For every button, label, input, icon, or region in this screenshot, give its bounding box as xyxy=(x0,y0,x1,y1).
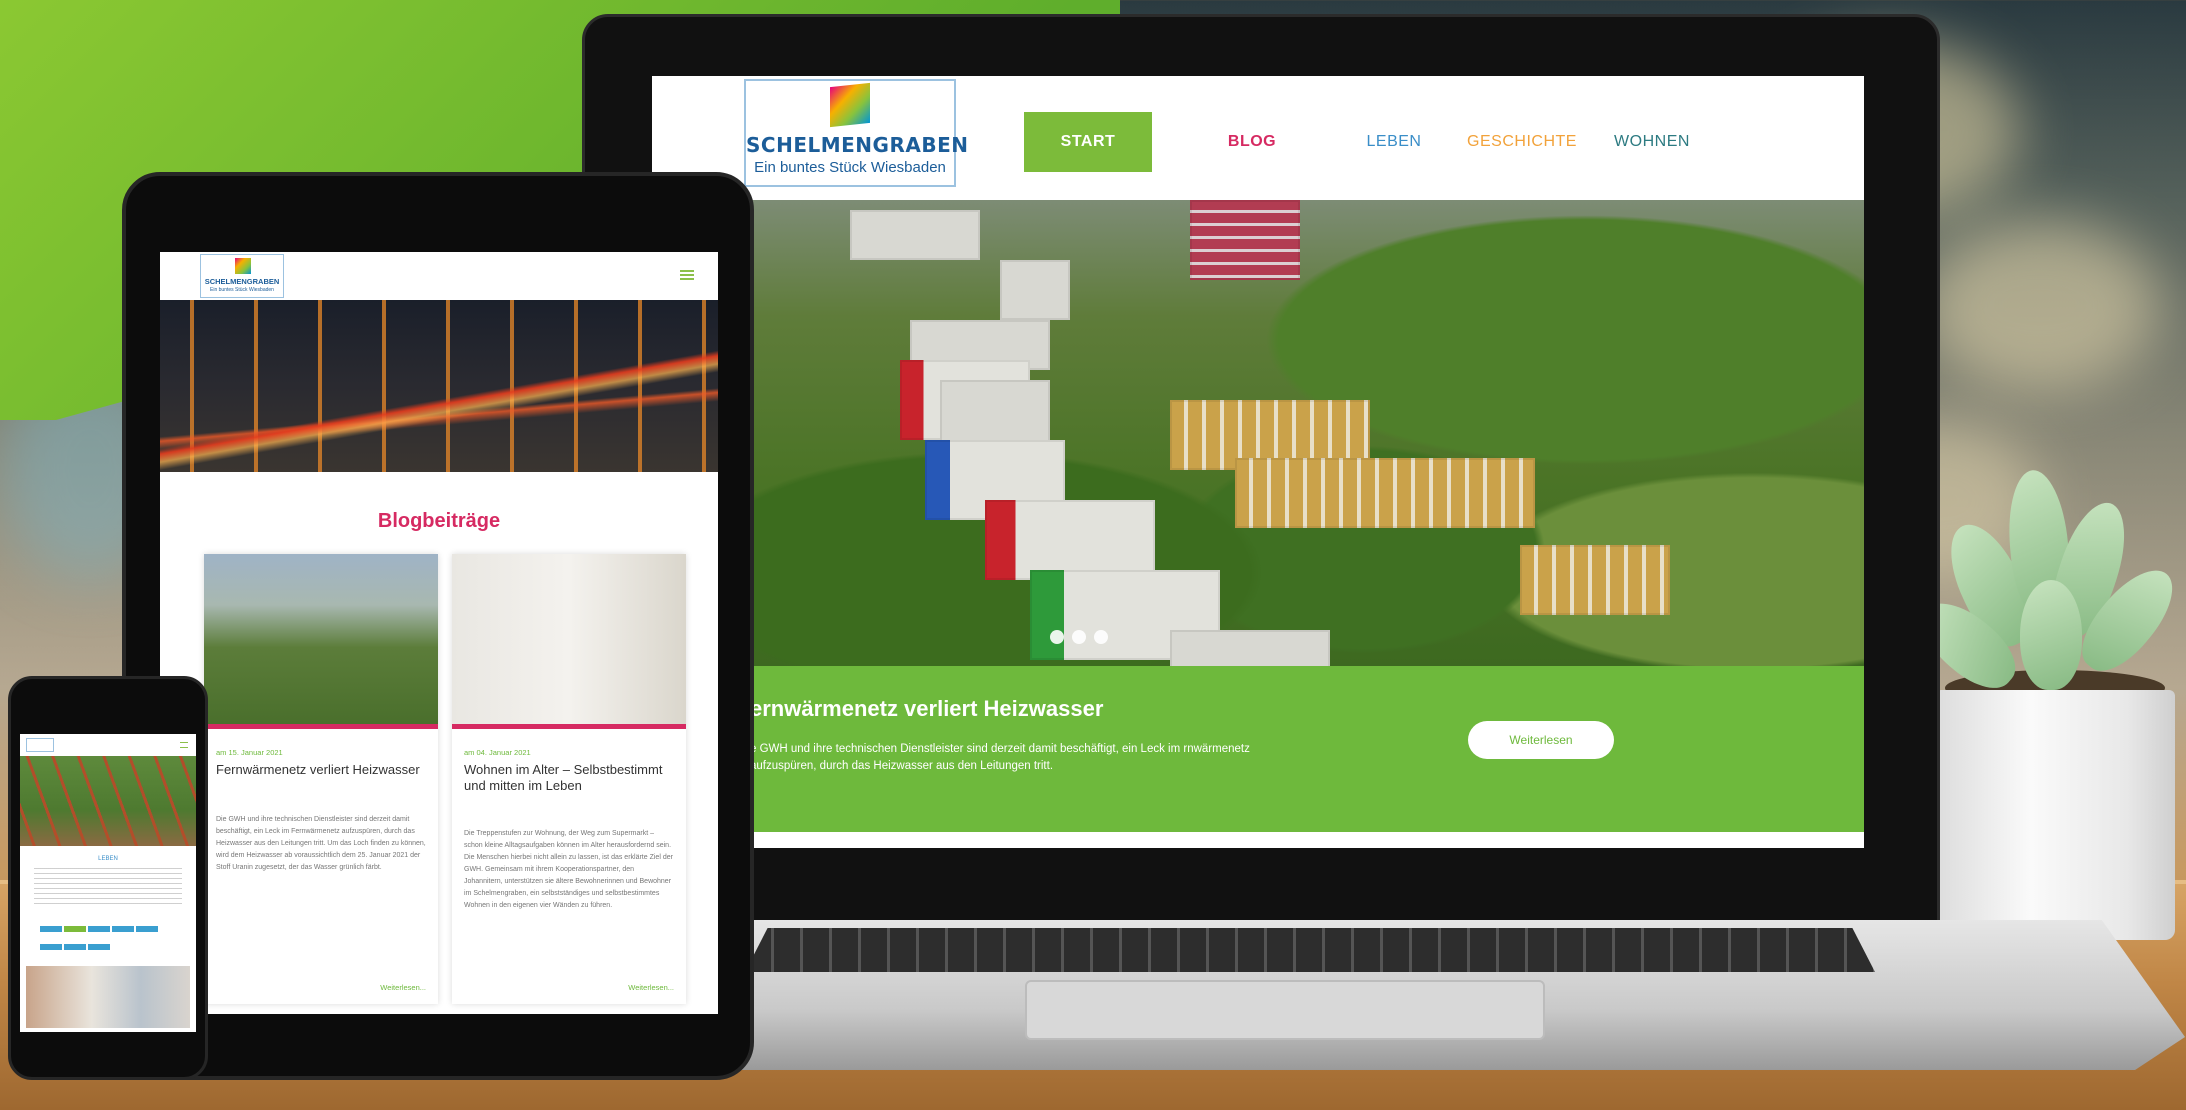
card-accent-bar xyxy=(452,724,686,729)
phone-logo[interactable] xyxy=(26,738,54,752)
logo-title: SCHELMENGRABEN xyxy=(746,133,969,157)
laptop-screen: SCHELMENGRABEN Ein buntes Stück Wiesbade… xyxy=(652,76,1864,848)
tag-chip[interactable] xyxy=(40,926,62,932)
blog-card-read-more[interactable]: Weiterlesen... xyxy=(628,983,674,992)
nav-geschichte[interactable]: GESCHICHTE xyxy=(1442,112,1602,172)
hero-text: e GWH und ihre technischen Dienstleister… xyxy=(750,743,1250,772)
phone-hero-image xyxy=(20,756,196,846)
building xyxy=(1520,545,1670,615)
succulent-leaf xyxy=(2020,580,2082,690)
blog-card-image xyxy=(452,554,686,724)
read-more-button[interactable]: Weiterlesen xyxy=(1468,721,1614,759)
building xyxy=(1170,630,1330,666)
slider-dot[interactable] xyxy=(1072,630,1086,644)
phone-tag-list xyxy=(40,922,180,958)
tablet-logo-title: SCHELMENGRABEN xyxy=(204,277,280,286)
logo-mark-icon xyxy=(830,82,870,128)
building xyxy=(985,500,1155,580)
tag-chip[interactable] xyxy=(88,944,110,950)
blog-card-date: am 15. Januar 2021 xyxy=(216,748,283,757)
blog-card-title[interactable]: Fernwärmenetz verliert Heizwasser xyxy=(216,762,426,778)
blog-card-read-more[interactable]: Weiterlesen... xyxy=(380,983,426,992)
phone-heading: LEBEN xyxy=(98,856,118,862)
building xyxy=(1235,458,1535,528)
blog-card-image xyxy=(204,554,438,724)
blog-card-text: Die Treppenstufen zur Wohnung, der Weg z… xyxy=(464,830,673,909)
building xyxy=(850,210,980,260)
laptop-trackpad xyxy=(1025,980,1545,1040)
slider-dot[interactable] xyxy=(1050,630,1064,644)
hero-caption: ernwärmenetz verliert Heizwasser e GWH u… xyxy=(750,666,1864,832)
nav-wohnen[interactable]: WOHNEN xyxy=(1582,112,1722,172)
blog-card[interactable]: am 15. Januar 2021 Fernwärmenetz verlier… xyxy=(204,554,438,1004)
nav-blog[interactable]: BLOG xyxy=(1207,112,1297,172)
blog-card-date: am 04. Januar 2021 xyxy=(464,748,531,757)
card-accent-bar xyxy=(204,724,438,729)
tag-chip[interactable] xyxy=(112,926,134,932)
tag-chip[interactable] xyxy=(40,944,62,950)
nav-start[interactable]: START xyxy=(1024,112,1152,172)
hero-slider-image[interactable] xyxy=(750,200,1864,666)
slider-dots[interactable] xyxy=(1050,630,1116,649)
tablet-hero-image xyxy=(160,300,718,472)
plant-pot xyxy=(1935,690,2175,940)
phone-screen: LEBEN xyxy=(20,734,196,1032)
phone-text-block xyxy=(34,868,182,908)
blog-card[interactable]: am 04. Januar 2021 Wohnen im Alter – Sel… xyxy=(452,554,686,1004)
hero-title: ernwärmenetz verliert Heizwasser xyxy=(750,696,1104,721)
tablet-header: SCHELMENGRABEN Ein buntes Stück Wiesbade… xyxy=(160,252,718,300)
building xyxy=(1000,260,1070,320)
tag-chip[interactable] xyxy=(64,944,86,950)
tablet-logo-subtitle: Ein buntes Stück Wiesbaden xyxy=(210,287,274,293)
tag-chip[interactable] xyxy=(136,926,158,932)
hamburger-menu-icon[interactable] xyxy=(680,270,694,280)
phone-photo xyxy=(26,966,190,1028)
laptop-keyboard xyxy=(745,928,1875,972)
building xyxy=(1190,200,1300,280)
logo-mark-icon xyxy=(235,258,251,274)
tag-chip[interactable] xyxy=(88,926,110,932)
blog-heading: Blogbeiträge xyxy=(377,510,501,532)
background-bokeh xyxy=(1920,220,2160,390)
blog-card-title[interactable]: Wohnen im Alter – Selbstbestimmt und mit… xyxy=(464,762,674,794)
blog-card-text: Die GWH und ihre technischen Dienstleist… xyxy=(216,816,426,871)
site-header: SCHELMENGRABEN Ein buntes Stück Wiesbade… xyxy=(652,76,1864,200)
site-logo[interactable]: SCHELMENGRABEN Ein buntes Stück Wiesbade… xyxy=(744,79,969,187)
tablet-screen: SCHELMENGRABEN Ein buntes Stück Wiesbade… xyxy=(160,252,718,1014)
hamburger-menu-icon[interactable] xyxy=(180,742,188,748)
logo-subtitle: Ein buntes Stück Wiesbaden xyxy=(754,159,946,176)
slider-dot[interactable] xyxy=(1094,630,1108,644)
tablet-logo[interactable]: SCHELMENGRABEN Ein buntes Stück Wiesbade… xyxy=(200,254,284,298)
nav-leben[interactable]: LEBEN xyxy=(1339,112,1449,172)
tag-chip[interactable] xyxy=(64,926,86,932)
